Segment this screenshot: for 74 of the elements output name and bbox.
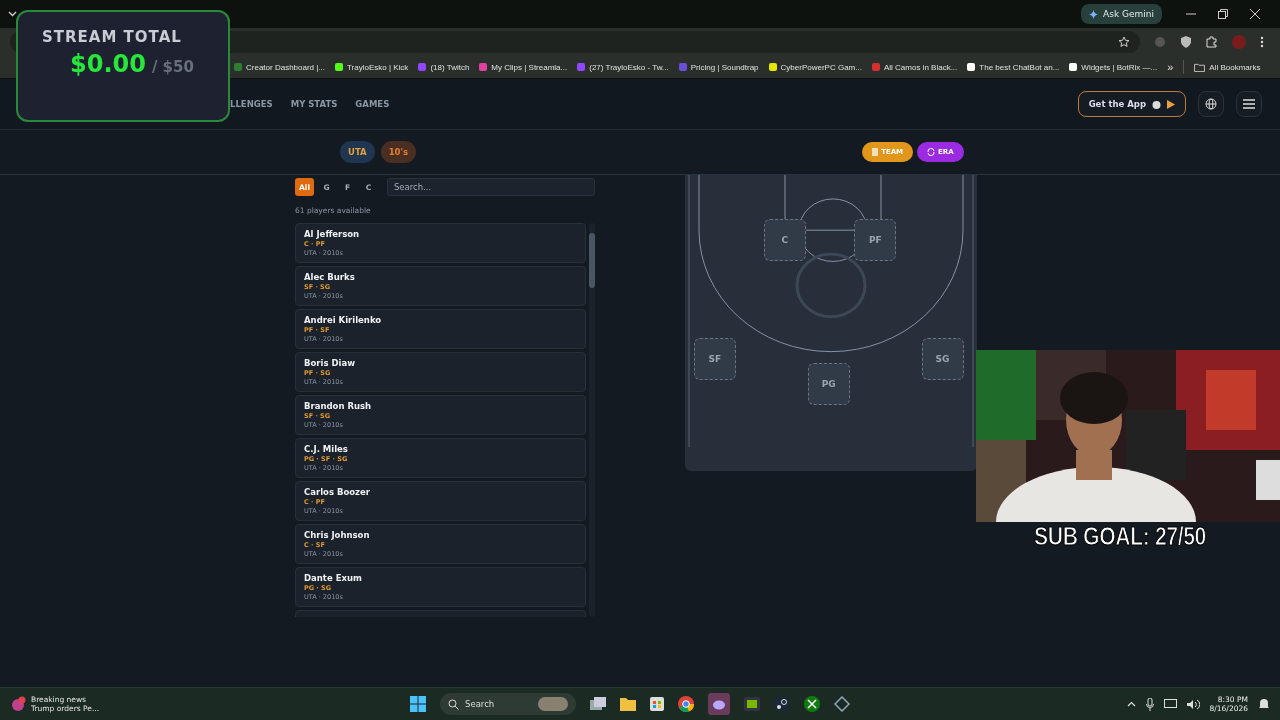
bookmark[interactable]: TrayloEsko | Kick (335, 62, 409, 72)
folder-icon (1194, 62, 1206, 72)
menu-icon (1243, 99, 1255, 109)
player-name: Dante Exum (304, 573, 363, 583)
close-icon[interactable] (1250, 9, 1260, 19)
bookmark[interactable]: Creator Dashboard |... (234, 62, 325, 72)
star-icon[interactable] (1118, 36, 1130, 48)
position-slot[interactable]: PF (854, 219, 897, 262)
era-chip[interactable]: 10's (380, 141, 417, 163)
language-button[interactable] (1198, 91, 1224, 117)
windows-start-icon[interactable] (410, 696, 426, 712)
donation-goal: / $50 (151, 58, 194, 76)
folder-icon[interactable] (620, 697, 636, 711)
nav-link[interactable]: GAMES (355, 99, 390, 109)
bookmark[interactable]: The best ChatBot an... (967, 62, 1060, 72)
tray-chevron-icon[interactable] (1126, 701, 1136, 707)
menu-icon[interactable] (1260, 36, 1264, 48)
player-name: Al Jefferson (304, 229, 361, 239)
search-field[interactable]: Search... (386, 178, 595, 196)
position-slot[interactable]: C (763, 219, 806, 262)
shield-icon[interactable] (1180, 36, 1192, 48)
bookmark[interactable]: (27) TrayloEsko - Tw... (577, 62, 669, 72)
nav-link[interactable]: LLENGES (230, 99, 273, 109)
bookmark[interactable]: My Clips | Streamla... (479, 62, 568, 72)
more-bookmarks-button[interactable]: » (1167, 61, 1174, 73)
puzzle-icon[interactable] (1206, 36, 1218, 48)
news-icon (10, 696, 26, 712)
apple-icon (1152, 99, 1161, 109)
microphone-icon[interactable] (1145, 697, 1154, 711)
team-chip[interactable]: UTA (340, 141, 375, 163)
taskbar-search[interactable]: Search (440, 693, 576, 715)
player-name: Andrei Kirilenko (304, 315, 383, 325)
shirt-icon (872, 148, 879, 156)
menu-button[interactable] (1236, 91, 1262, 117)
nav-link[interactable]: MY STATS (290, 99, 338, 109)
discord-icon[interactable] (708, 693, 730, 715)
tab-list-icon[interactable] (8, 11, 17, 17)
search-icon (448, 698, 459, 710)
position-slot[interactable]: PG (807, 362, 850, 405)
steam-icon[interactable] (774, 696, 790, 712)
notification-bell-icon[interactable] (1258, 697, 1270, 711)
chrome-icon[interactable] (678, 696, 694, 712)
bookmark[interactable]: All Camos in Black... (871, 62, 958, 72)
bookmark[interactable]: Pricing | Soundtrap (678, 62, 759, 72)
bookmark[interactable]: Widgets | BotRix —... (1069, 62, 1158, 72)
network-icon[interactable] (1163, 698, 1177, 710)
refresh-icon (927, 148, 936, 156)
scrollbar[interactable] (589, 223, 595, 617)
play-icon (1167, 99, 1175, 109)
bookmark[interactable]: CyberPowerPC Gam... (768, 62, 862, 72)
position-slot[interactable]: SF (693, 337, 736, 380)
player-name: Brandon Rush (304, 401, 373, 411)
restore-icon[interactable] (1218, 9, 1228, 19)
xbox-icon[interactable] (804, 696, 820, 712)
all-bookmarks-button[interactable]: All Bookmarks (1194, 62, 1261, 72)
player-name: C.J. Miles (304, 444, 349, 454)
sparkle-icon (1089, 9, 1099, 19)
player-name: Boris Diaw (304, 358, 356, 368)
position-slot[interactable]: SG (921, 337, 964, 380)
overlay-title: STREAM TOTAL (42, 28, 183, 46)
globe-icon (1205, 98, 1217, 110)
store-icon[interactable] (650, 697, 664, 711)
player-name: Chris Johnson (304, 530, 371, 540)
app-icon[interactable] (744, 697, 760, 711)
bookmark[interactable]: (18) Twitch (418, 62, 470, 72)
get-app-button[interactable]: Get the App (1077, 91, 1186, 117)
player-name: Alec Burks (304, 272, 356, 282)
task-view-icon[interactable] (590, 697, 606, 711)
sub-goal-text: SUB GOAL: 27/50 (1034, 522, 1206, 551)
ask-gemini-button[interactable]: Ask Gemini (1081, 4, 1162, 24)
donation-amount: $0.00 (70, 50, 146, 78)
diamond-icon[interactable] (834, 696, 850, 712)
player-name: Carlos Boozer (304, 487, 371, 497)
speaker-icon[interactable] (1186, 698, 1200, 710)
